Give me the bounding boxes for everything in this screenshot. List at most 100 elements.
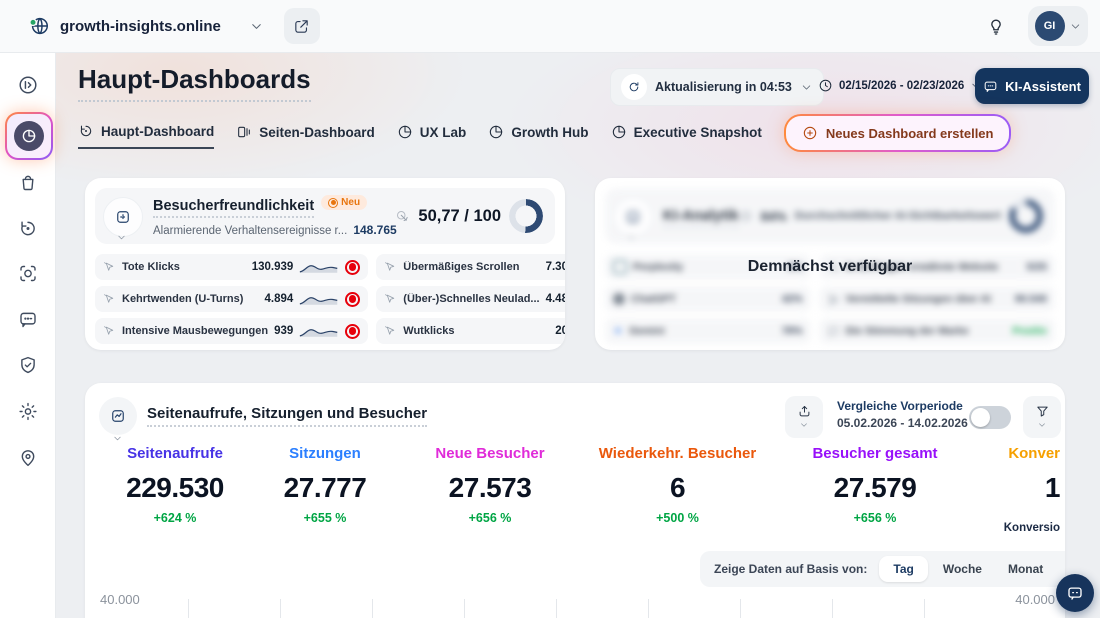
granularity-label: Zeige Daten auf Basis von:: [714, 562, 867, 576]
chat-icon: [1066, 584, 1084, 602]
tab-seiten-dashboard[interactable]: Seiten-Dashboard: [236, 124, 375, 148]
columns-icon: [236, 124, 252, 140]
sidebar-item-session-replay-icon[interactable]: [17, 218, 38, 239]
provider-label: Gemini: [629, 325, 776, 337]
metric-label: (Über-)Schnelles Neulad...: [403, 293, 539, 305]
record-icon[interactable]: [345, 324, 360, 339]
y-axis-right-label: 40.000: [1015, 592, 1055, 607]
stat-value: 27.573: [415, 472, 565, 504]
dot-icon: [328, 198, 338, 208]
record-icon[interactable]: [345, 260, 360, 275]
widget-icon: [613, 197, 653, 237]
tab-haupt-dashboard[interactable]: Haupt-Dashboard: [78, 123, 214, 149]
tab-label: Seiten-Dashboard: [259, 125, 375, 140]
granularity-monat[interactable]: Monat: [997, 556, 1054, 582]
toggle-knob: [971, 408, 990, 427]
chevron-down-icon: [249, 19, 264, 34]
metric-value: 130.939: [252, 261, 294, 273]
traffic-card-title[interactable]: Seitenaufrufe, Sitzungen und Besucher: [147, 405, 427, 427]
metric-row-kehrtwenden[interactable]: Kehrtwenden (U-Turns) 4.894: [95, 286, 368, 312]
chevron-down-icon[interactable]: [116, 232, 127, 243]
ai-assistant-button[interactable]: KI-Assistent: [975, 68, 1089, 104]
globe-icon: [28, 15, 50, 37]
stat-konversionen[interactable]: Konver 1 Konversio: [945, 445, 1060, 534]
traffic-card: Seitenaufrufe, Sitzungen und Besucher Ve…: [85, 383, 1065, 618]
date-range-value: 02/15/2026 - 02/23/2026: [839, 80, 964, 92]
create-dashboard-button[interactable]: Neues Dashboard erstellen: [784, 114, 1012, 152]
page-title: Haupt-Dashboards: [78, 64, 311, 102]
compare-period-block: Vergleiche Vorperiode 05.02.2026 - 14.02…: [837, 399, 968, 430]
metric-row-wutklicks[interactable]: Wutklicks 201: [376, 318, 565, 344]
stat-neue-besucher[interactable]: Neue Besucher 27.573 +656 %: [415, 445, 565, 525]
chatgpt-icon: [613, 293, 625, 305]
stat-label: Besucher gesamt: [785, 445, 965, 462]
stat-value: 229.530: [100, 472, 250, 504]
stat-sub-label: Konversio: [945, 522, 1060, 534]
avatar: GI: [1035, 11, 1065, 41]
visitor-friendliness-card: BesucherfreundlichkeitNeu Alarmierende V…: [85, 178, 565, 350]
filter-button[interactable]: [1023, 396, 1061, 438]
compare-period-label: Vergleiche Vorperiode: [837, 399, 968, 413]
auto-refresh-control[interactable]: Aktualisierung in 04:53: [610, 68, 824, 106]
ai-provider-row-gemini: ✦ Gemini 78%: [605, 318, 811, 344]
stat-change: +624 %: [100, 511, 250, 525]
metric-row-mausbewegungen[interactable]: Intensive Mausbewegungen 939: [95, 318, 368, 344]
metric-label: Tote Klicks: [122, 261, 246, 273]
sidebar-item-shop-icon[interactable]: [17, 172, 38, 193]
granularity-tag[interactable]: Tag: [879, 556, 927, 582]
open-site-button[interactable]: [284, 8, 320, 44]
chat-widget-button[interactable]: [1056, 574, 1094, 612]
record-icon[interactable]: [345, 292, 360, 307]
stat-wiederkehrende-besucher[interactable]: Wiederkehr. Besucher 6 +500 %: [590, 445, 765, 525]
chart-gridline: [280, 599, 281, 618]
tab-growth-hub[interactable]: Growth Hub: [488, 124, 588, 148]
chart-gridline: [372, 599, 373, 618]
line-chart-icon[interactable]: [99, 397, 137, 435]
sidebar-item-dashboards[interactable]: [5, 112, 53, 160]
sidebar-item-recordings-icon[interactable]: [17, 263, 38, 284]
sidebar-item-feedback-icon[interactable]: [17, 309, 38, 330]
tab-ux-lab[interactable]: UX Lab: [397, 124, 467, 148]
card-header-text: BesucherfreundlichkeitNeu Alarmierende V…: [153, 195, 397, 237]
stat-seitenaufrufe[interactable]: Seitenaufrufe 229.530 +624 %: [100, 445, 250, 525]
chevron-down-icon: [626, 232, 637, 243]
cursor-icon: [103, 261, 116, 274]
chevron-down-icon[interactable]: [112, 433, 123, 444]
date-range-picker[interactable]: 02/15/2026 - 02/23/2026: [818, 78, 981, 93]
metric-row-scrollen[interactable]: Übermäßiges Scrollen 7.303: [376, 254, 565, 280]
collapse-sidebar-icon[interactable]: [17, 74, 39, 96]
refresh-countdown: Aktualisierung in 04:53: [655, 80, 792, 94]
sidebar-item-settings-icon[interactable]: [17, 401, 38, 422]
provider-label: ChatGPT: [631, 293, 776, 305]
coming-soon-overlay: Demnächst verfügbar: [595, 258, 1065, 276]
tab-executive-snapshot[interactable]: Executive Snapshot: [611, 124, 762, 148]
widget-icon[interactable]: [103, 197, 143, 237]
card-title[interactable]: Besucherfreundlichkeit: [153, 198, 314, 218]
replay-icon: [78, 123, 94, 139]
site-selector[interactable]: growth-insights.online: [28, 15, 264, 37]
ai-visibility-score: 84%: [761, 209, 787, 224]
lightbulb-icon[interactable]: [986, 16, 1006, 36]
stat-besucher-gesamt[interactable]: Besucher gesamt 27.579 +656 %: [785, 445, 965, 525]
site-name: growth-insights.online: [60, 18, 221, 35]
sidebar-item-location-icon[interactable]: [17, 447, 38, 468]
account-menu[interactable]: GI: [1028, 6, 1088, 46]
provider-value: 78%: [782, 325, 803, 337]
cursor-icon: [384, 325, 397, 338]
tab-label: Executive Snapshot: [634, 125, 762, 140]
chevron-down-icon: [1069, 20, 1082, 33]
granularity-woche[interactable]: Woche: [932, 556, 993, 582]
metric-row-tote-klicks[interactable]: Tote Klicks 130.939: [95, 254, 368, 280]
cursor-click-icon: [395, 209, 410, 224]
clock-icon: [818, 78, 833, 93]
network-icon: [827, 293, 840, 306]
card-header: KI-Analytik 84% Durchschnittlicher AI-Si…: [605, 188, 1055, 244]
compare-period-toggle[interactable]: [969, 406, 1011, 429]
export-button[interactable]: [785, 396, 823, 438]
sidebar-item-security-icon[interactable]: [17, 355, 38, 376]
topbar: growth-insights.online GI: [0, 0, 1100, 53]
stat-sitzungen[interactable]: Sitzungen 27.777 +655 %: [250, 445, 400, 525]
metric-row-neuladen[interactable]: (Über-)Schnelles Neulad... 4.489: [376, 286, 565, 312]
stat-change: +500 %: [590, 511, 765, 525]
chart-gridline: [740, 599, 741, 618]
